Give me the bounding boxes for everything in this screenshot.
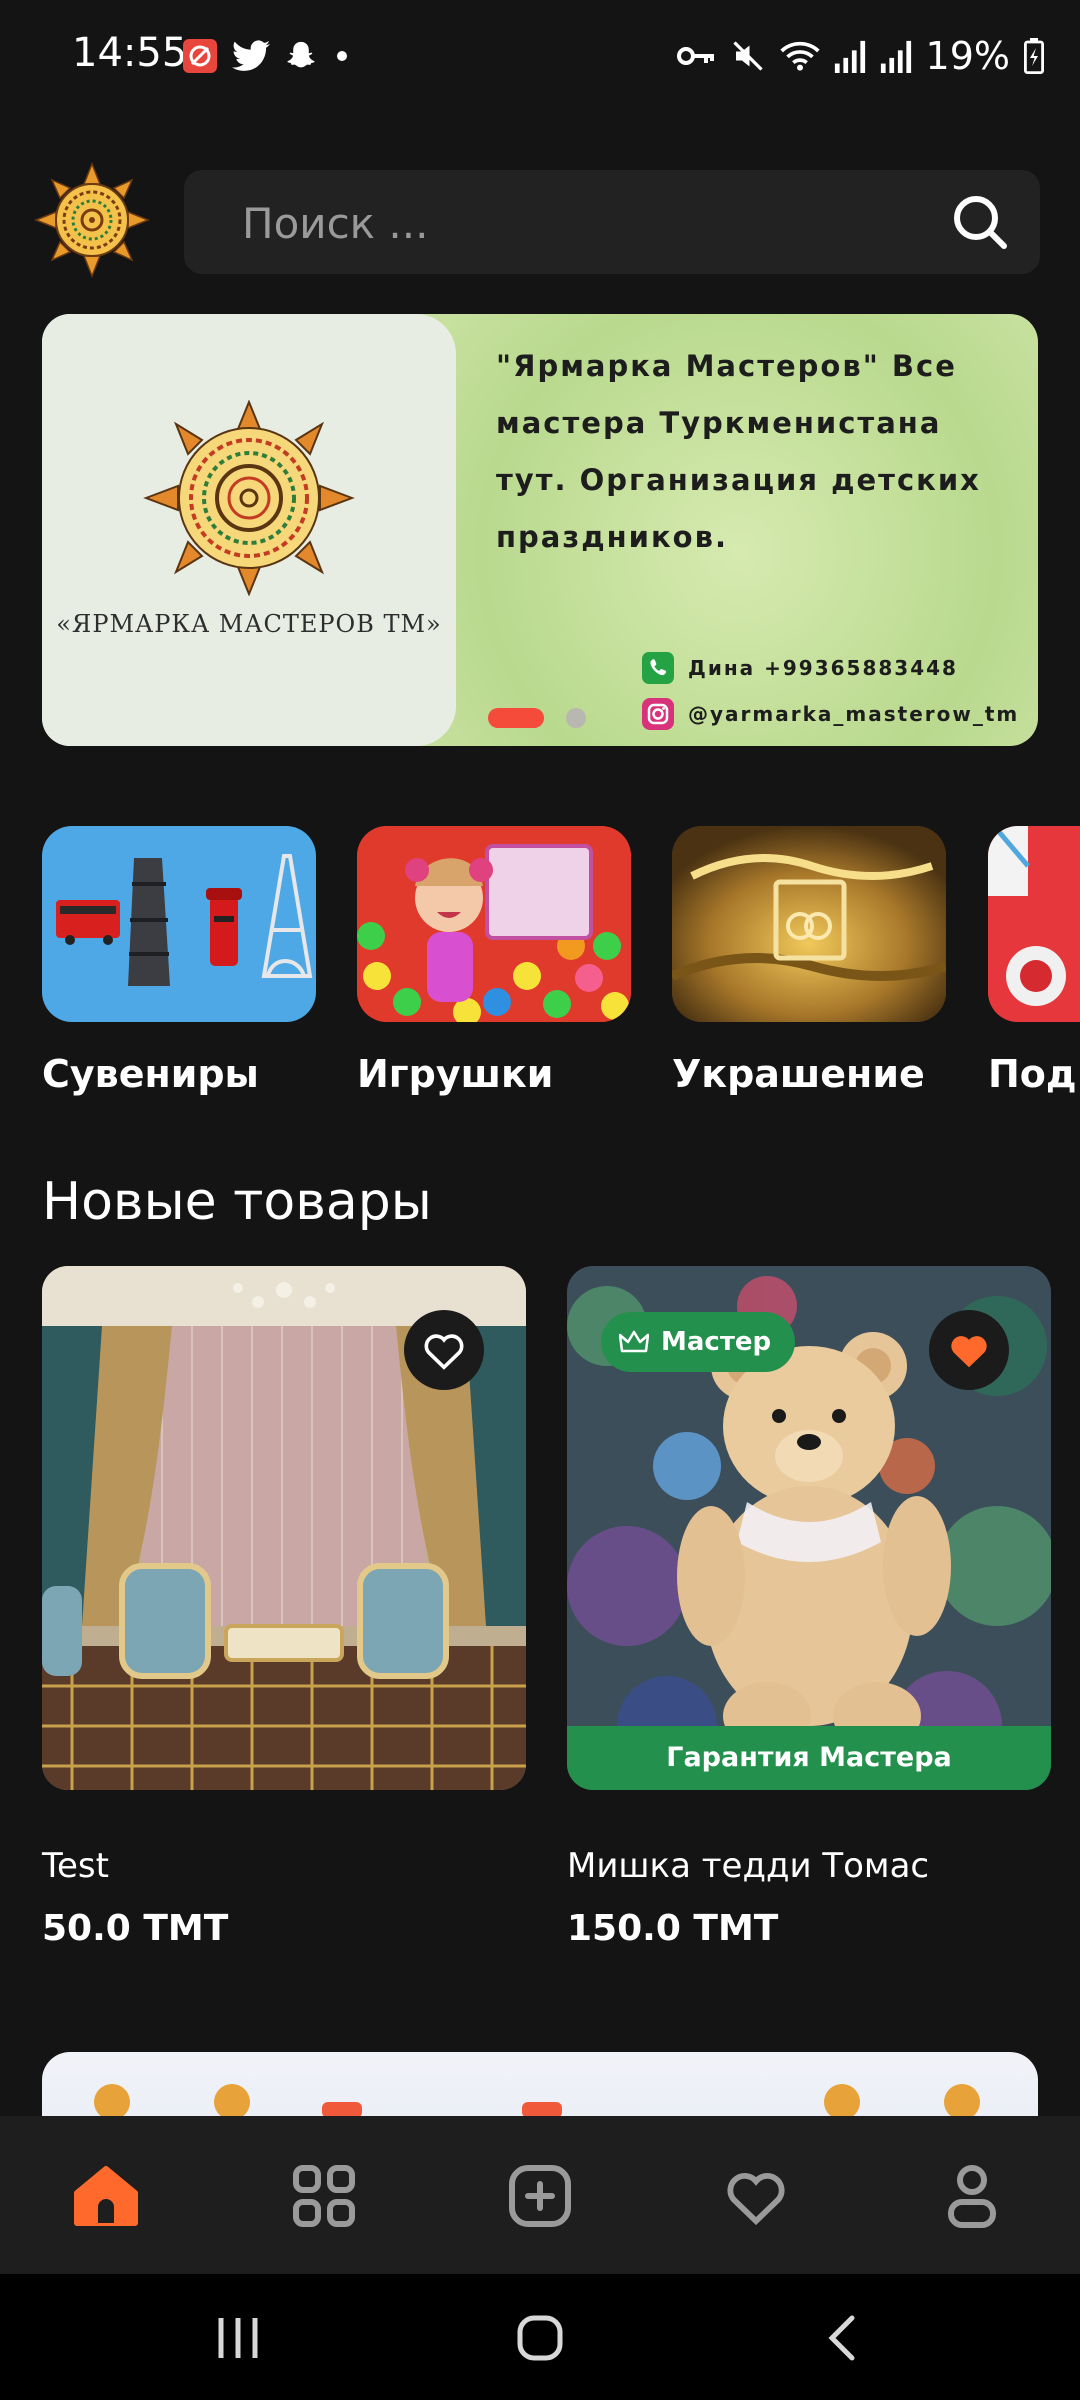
promo-banner[interactable]: «ЯРМАРКА МАСТЕРОВ ТМ» "Ярмарка Мастеров"… <box>42 314 1038 746</box>
category-image-gifts <box>988 826 1080 1022</box>
search-button[interactable] <box>950 192 1010 252</box>
master-badge: Мастер <box>601 1312 796 1372</box>
product-name: Мишка тедди Томас <box>567 1846 930 1886</box>
category-label: Игрушки <box>357 1052 554 1096</box>
heart-filled-icon <box>951 1336 987 1368</box>
category-label: Сувениры <box>42 1052 259 1096</box>
favorite-button[interactable] <box>929 1310 1009 1390</box>
product-price: 150.0 ТМТ <box>567 1908 779 1949</box>
guarantee-label: Гарантия Мастера <box>567 1726 1051 1790</box>
twitter-icon <box>232 40 270 71</box>
search-bar[interactable] <box>184 170 1040 276</box>
recent-apps-icon <box>218 2318 258 2358</box>
nav-home[interactable] <box>70 2160 142 2232</box>
category-label: Украшение <box>672 1052 925 1096</box>
category-image-toys <box>357 826 631 1022</box>
instagram-icon <box>642 698 674 730</box>
status-time: 14:55 <box>72 30 188 76</box>
grid-icon <box>293 2165 355 2227</box>
search-icon <box>954 196 1007 249</box>
mute-icon <box>732 41 763 71</box>
profile-icon <box>948 2165 996 2228</box>
nav-profile[interactable] <box>936 2160 1008 2232</box>
category-image-jewelry <box>672 826 946 1022</box>
add-square-icon <box>509 2165 571 2227</box>
search-input[interactable] <box>240 170 904 276</box>
nav-favorites[interactable] <box>720 2160 792 2232</box>
heart-outline-icon <box>424 1334 464 1370</box>
category-gifts[interactable]: Под <box>988 826 1080 1096</box>
more-notifications-dot-icon <box>337 51 347 61</box>
banner-logo-text: «ЯРМАРКА МАСТЕРОВ ТМ» <box>56 610 442 638</box>
jewelry-image <box>672 826 946 1022</box>
back-chevron-icon <box>828 2315 855 2361</box>
section-title-new-products: Новые товары <box>42 1172 432 1232</box>
banner-phone-contact: Дина +99365883448 <box>642 652 958 684</box>
master-badge-text: Мастер <box>661 1327 772 1357</box>
product-name: Test <box>42 1846 109 1886</box>
category-jewelry[interactable]: Украшение <box>672 826 946 1096</box>
system-navigation-bar <box>0 2274 1080 2400</box>
carousel-indicator-active[interactable] <box>488 708 544 728</box>
heart-icon <box>727 2173 785 2225</box>
system-status-icons: 19% <box>676 34 1044 78</box>
back-button[interactable] <box>812 2310 872 2366</box>
sun-logo-icon <box>33 161 151 279</box>
carousel-indicator[interactable] <box>566 708 586 728</box>
banner-sun-logo-icon <box>143 400 355 596</box>
banner-headline: "Ярмарка Мастеров" Все мастера Туркменис… <box>496 349 981 554</box>
banner-instagram-contact: @yarmarka_masterow_tm <box>642 698 1019 730</box>
product-card[interactable]: Мастер Гарантия Мастера Мишка тедди Тома… <box>567 1266 1051 1949</box>
crown-icon <box>619 1330 649 1353</box>
app-notification-icon <box>183 39 217 73</box>
bottom-navigation <box>0 2116 1080 2274</box>
category-toys[interactable]: Игрушки <box>357 826 631 1096</box>
toys-image <box>357 826 631 1022</box>
category-label: Под <box>988 1052 1077 1096</box>
banner-logo-panel: «ЯРМАРКА МАСТЕРОВ ТМ» <box>42 314 456 746</box>
wifi-icon <box>779 41 820 71</box>
home-button[interactable] <box>510 2310 570 2366</box>
status-bar: 14:55 19% <box>0 0 1080 118</box>
category-image-souvenirs <box>42 826 316 1022</box>
home-square-icon <box>517 2315 563 2361</box>
nav-catalog[interactable] <box>288 2160 360 2232</box>
product-image: Мастер Гарантия Мастера <box>567 1266 1051 1790</box>
vpn-key-icon <box>676 47 714 65</box>
signal-2-icon <box>880 40 911 73</box>
phone-text: Дина +99365883448 <box>688 656 958 680</box>
instagram-text: @yarmarka_masterow_tm <box>688 702 1020 726</box>
nav-add[interactable] <box>504 2160 576 2232</box>
product-image <box>42 1266 526 1790</box>
product-price: 50.0 ТМТ <box>42 1908 229 1949</box>
phone-icon <box>642 652 674 684</box>
gifts-image <box>988 826 1080 1022</box>
category-souvenirs[interactable]: Сувениры <box>42 826 316 1096</box>
home-icon <box>74 2166 138 2226</box>
favorite-button[interactable] <box>404 1310 484 1390</box>
notification-icons <box>182 38 352 74</box>
product-card[interactable]: Test 50.0 ТМТ <box>42 1266 526 1949</box>
snapchat-icon <box>287 41 315 68</box>
battery-charging-icon <box>1024 38 1044 74</box>
battery-percentage: 19% <box>925 34 1010 78</box>
souvenirs-image <box>56 854 313 986</box>
app-logo[interactable] <box>33 161 151 279</box>
recent-apps-button[interactable] <box>208 2310 268 2366</box>
signal-1-icon <box>834 40 865 73</box>
